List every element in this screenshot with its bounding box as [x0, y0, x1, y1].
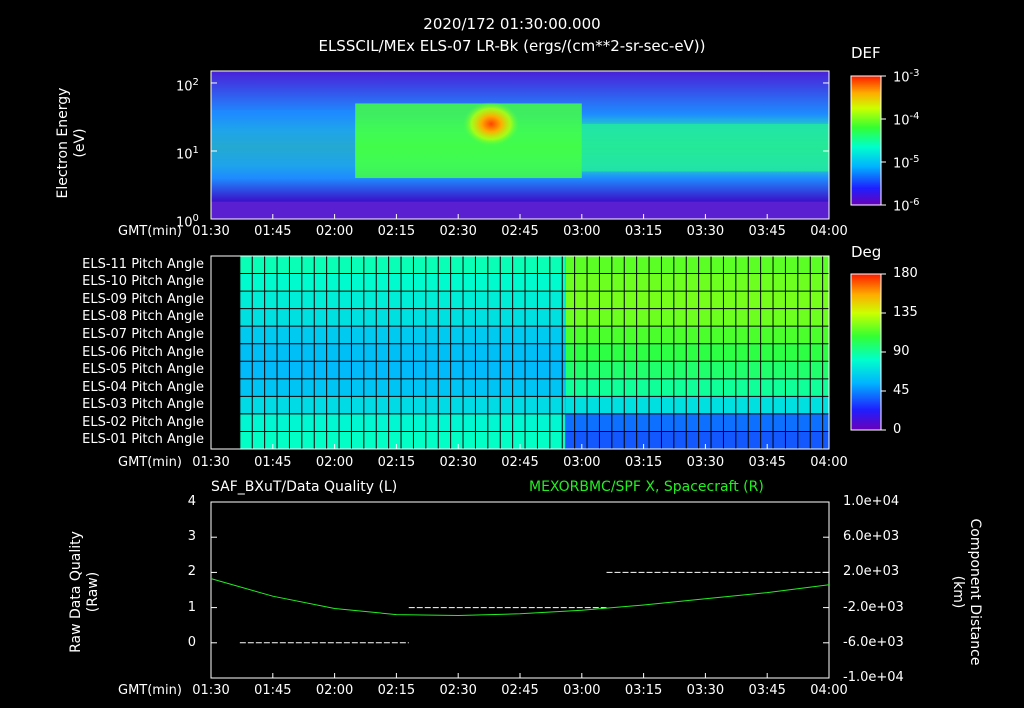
pitch-cell-after: [565, 343, 829, 362]
pitch-cell-before: [239, 273, 566, 292]
pitch-cell-before: [239, 326, 566, 344]
pitch-cell-before: [239, 396, 566, 414]
pitch-cell-before: [239, 431, 566, 449]
quality-orbit-lineplot: [210, 501, 830, 679]
pitch-cell-before: [239, 378, 566, 397]
pitch-cell-after: [565, 326, 829, 344]
pitch-angle-heatmap: [210, 255, 886, 450]
pitch-cell-after: [565, 256, 829, 274]
spectrogram-peak: [463, 101, 520, 146]
pitch-cell-before: [239, 361, 566, 379]
pitch-cell-after: [565, 431, 829, 449]
plot-area: [210, 70, 886, 679]
pitch-cell-after: [565, 378, 829, 397]
panel2-colorbar: [850, 273, 882, 431]
pitch-cell-after: [565, 308, 829, 327]
pitch-cell-after: [565, 396, 829, 414]
pitch-cell-after: [565, 361, 829, 379]
pitch-cell-before: [239, 256, 566, 274]
orbit-x-line: [210, 578, 830, 617]
pitch-cell-before: [239, 413, 566, 432]
spectrogram-early-band: [211, 110, 356, 179]
pitch-cell-before: [239, 308, 566, 327]
panel1-colorbar: [850, 75, 882, 206]
pitch-cell-before: [239, 291, 566, 309]
pitch-cell-after: [565, 273, 829, 292]
pitch-cell-before: [239, 343, 566, 362]
panel3-frame: [210, 501, 830, 679]
pitch-cell-after: [565, 413, 829, 432]
pitch-cell-after: [565, 291, 829, 309]
energy-spectrogram: [210, 70, 886, 220]
spectrogram-late-band: [581, 123, 829, 172]
